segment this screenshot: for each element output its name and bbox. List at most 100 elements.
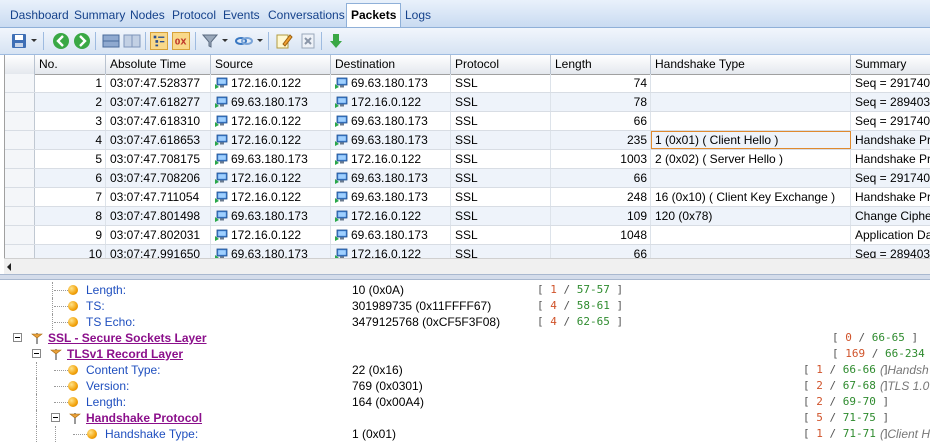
tab-summary[interactable]: Summary — [74, 6, 125, 25]
row-selector[interactable] — [5, 207, 35, 225]
table-row[interactable]: 2 03:07:47.618277 69.63.180.173 172.16.0.12… — [5, 93, 930, 112]
cell-dst[interactable]: 69.63.180.173 — [331, 169, 451, 187]
tree-label[interactable]: Content Type: — [86, 362, 161, 378]
cell-src[interactable]: 172.16.0.122 — [211, 131, 331, 149]
cell-summary[interactable]: Change Cipher S — [851, 207, 930, 225]
cell-no[interactable]: 7 — [35, 188, 106, 206]
cell-summary[interactable]: Seq = 29174056 — [851, 112, 930, 130]
delete-icon[interactable] — [299, 32, 317, 50]
tab-conversations[interactable]: Conversations — [268, 6, 345, 25]
cell-dst[interactable]: 69.63.180.173 — [331, 188, 451, 206]
decode-view-icon[interactable] — [150, 32, 168, 50]
tab-events[interactable]: Events — [223, 6, 260, 25]
hex-view-icon[interactable]: 0X — [172, 32, 190, 50]
cell-proto[interactable]: SSL — [451, 74, 551, 92]
cell-src[interactable]: 69.63.180.173 — [211, 150, 331, 168]
tree-field[interactable]: TS Echo: 3479125768 (0xCF5F3F08) [ 4 / 62-… — [0, 314, 930, 330]
tree-field[interactable]: Handshake Type: 1 (0x01) [ 1 / 71-71 ]( Cl… — [0, 426, 930, 442]
tree-field[interactable]: Length: 10 (0x0A) [ 1 / 57-57 ] — [0, 282, 930, 298]
col-handshake-type[interactable]: Handshake Type — [651, 55, 851, 74]
col-source[interactable]: Source — [211, 55, 331, 74]
download-icon[interactable] — [327, 32, 345, 50]
filter-dropdown-icon[interactable] — [222, 39, 228, 42]
cell-len[interactable]: 235 — [551, 131, 651, 149]
tree-section[interactable]: SSL - Secure Sockets Layer [ 0 / 66-65 ] — [0, 330, 930, 346]
col-summary[interactable]: Summary — [851, 55, 930, 74]
cell-dst[interactable]: 172.16.0.122 — [331, 93, 451, 111]
link-icon[interactable] — [235, 32, 253, 50]
cell-hs[interactable] — [651, 112, 851, 130]
cell-proto[interactable]: SSL — [451, 93, 551, 111]
col-absolute-time[interactable]: Absolute Time — [106, 55, 211, 74]
table-row[interactable]: 4 03:07:47.618653 172.16.0.122 69.63.180.17… — [5, 131, 930, 150]
cell-time[interactable]: 03:07:47.618277 — [106, 93, 211, 111]
cell-no[interactable]: 10 — [35, 245, 106, 258]
tree-label[interactable]: Version: — [86, 378, 129, 394]
row-selector[interactable] — [5, 150, 35, 168]
forward-icon[interactable] — [73, 32, 91, 50]
cell-proto[interactable]: SSL — [451, 245, 551, 258]
cell-len[interactable]: 1048 — [551, 226, 651, 244]
scroll-left-arrow-icon[interactable] — [7, 263, 11, 271]
cell-proto[interactable]: SSL — [451, 226, 551, 244]
tab-nodes[interactable]: Nodes — [130, 6, 165, 25]
cell-no[interactable]: 2 — [35, 93, 106, 111]
cell-time[interactable]: 03:07:47.711054 — [106, 188, 211, 206]
row-selector[interactable] — [5, 169, 35, 187]
cell-dst[interactable]: 69.63.180.173 — [331, 112, 451, 130]
cell-len[interactable]: 78 — [551, 93, 651, 111]
cell-hs[interactable] — [651, 245, 851, 258]
edit-icon[interactable] — [275, 32, 293, 50]
cell-hs[interactable]: 16 (0x10) ( Client Key Exchange ) — [651, 188, 851, 206]
cell-len[interactable]: 1003 — [551, 150, 651, 168]
tree-label[interactable]: SSL - Secure Sockets Layer — [48, 330, 207, 346]
cell-proto[interactable]: SSL — [451, 112, 551, 130]
filter-icon[interactable] — [201, 32, 219, 50]
tree-field[interactable]: Version: 769 (0x0301) [ 2 / 67-68 ]( TLS 1… — [0, 378, 930, 394]
cell-time[interactable]: 03:07:47.708206 — [106, 169, 211, 187]
cell-dst[interactable]: 172.16.0.122 — [331, 207, 451, 225]
tab-logs[interactable]: Logs — [405, 6, 431, 25]
cell-no[interactable]: 4 — [35, 131, 106, 149]
collapse-toggle-icon[interactable] — [13, 333, 22, 342]
tab-packets[interactable]: Packets — [346, 3, 402, 27]
col-destination[interactable]: Destination — [331, 55, 451, 74]
col-no[interactable]: No. — [35, 55, 106, 74]
cell-src[interactable]: 172.16.0.122 — [211, 169, 331, 187]
tree-label[interactable]: Length: — [86, 394, 126, 410]
cell-hs[interactable]: 1 (0x01) ( Client Hello ) — [651, 131, 851, 149]
table-row[interactable]: 9 03:07:47.802031 172.16.0.122 69.63.180.17… — [5, 226, 930, 245]
cell-src[interactable]: 69.63.180.173 — [211, 245, 331, 258]
cell-hs[interactable]: 120 (0x78) — [651, 207, 851, 225]
cell-no[interactable]: 9 — [35, 226, 106, 244]
table-row[interactable]: 7 03:07:47.711054 172.16.0.122 69.63.180.17… — [5, 188, 930, 207]
cell-len[interactable]: 66 — [551, 112, 651, 130]
cell-summary[interactable]: Handshake Proto — [851, 150, 930, 168]
cell-time[interactable]: 03:07:47.618653 — [106, 131, 211, 149]
table-row[interactable]: 1 03:07:47.528377 172.16.0.122 69.63.180.17… — [5, 74, 930, 93]
table-row[interactable]: 5 03:07:47.708175 69.63.180.173 172.16.0.12… — [5, 150, 930, 169]
collapse-toggle-icon[interactable] — [32, 349, 41, 358]
row-selector[interactable] — [5, 245, 35, 258]
cell-time[interactable]: 03:07:47.708175 — [106, 150, 211, 168]
row-selector[interactable] — [5, 74, 35, 92]
cell-no[interactable]: 6 — [35, 169, 106, 187]
cell-proto[interactable]: SSL — [451, 207, 551, 225]
cell-len[interactable]: 66 — [551, 245, 651, 258]
cell-dst[interactable]: 69.63.180.173 — [331, 226, 451, 244]
tree-field[interactable]: TS: 301989735 (0x11FFFF67) [ 4 / 58-61 ] — [0, 298, 930, 314]
tree-section[interactable]: TLSv1 Record Layer [ 169 / 66-234 ] — [0, 346, 930, 362]
cell-src[interactable]: 69.63.180.173 — [211, 207, 331, 225]
cell-hs[interactable] — [651, 169, 851, 187]
cell-summary[interactable]: Handshake Proto — [851, 131, 930, 149]
cell-hs[interactable]: 2 (0x02) ( Server Hello ) — [651, 150, 851, 168]
tree-field[interactable]: Length: 164 (0x00A4) [ 2 / 69-70 ] — [0, 394, 930, 410]
tree-label[interactable]: Handshake Protocol — [86, 410, 202, 426]
cell-summary[interactable]: Seq = 29174057 — [851, 169, 930, 187]
back-icon[interactable] — [52, 32, 70, 50]
cell-dst[interactable]: 69.63.180.173 — [331, 74, 451, 92]
cell-src[interactable]: 172.16.0.122 — [211, 226, 331, 244]
cell-time[interactable]: 03:07:47.528377 — [106, 74, 211, 92]
tree-label[interactable]: TLSv1 Record Layer — [67, 346, 183, 362]
cell-len[interactable]: 248 — [551, 188, 651, 206]
